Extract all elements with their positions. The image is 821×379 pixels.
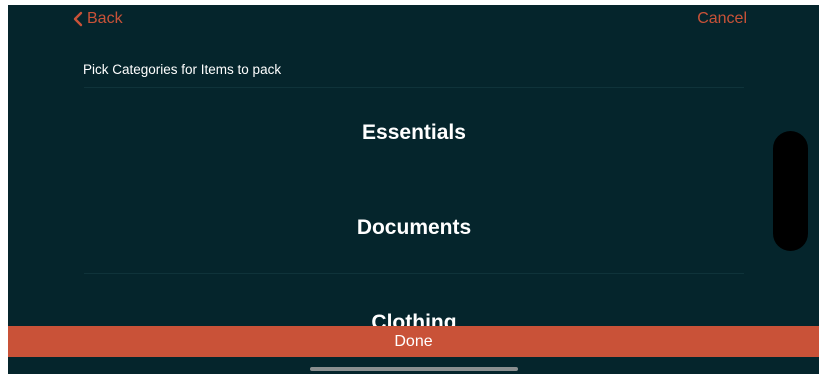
- app-screen: Back Cancel Pick Categories for Items to…: [8, 5, 819, 374]
- picker-divider: [84, 273, 744, 274]
- back-label: Back: [87, 10, 123, 27]
- category-picker[interactable]: Essentials Documents Clothing: [84, 87, 744, 334]
- back-button[interactable]: Back: [72, 9, 123, 29]
- scroll-handle[interactable]: [773, 131, 808, 251]
- chevron-left-icon: [72, 11, 84, 27]
- cancel-button[interactable]: Cancel: [697, 9, 747, 29]
- done-button[interactable]: Done: [8, 326, 819, 357]
- home-indicator: [310, 367, 518, 371]
- page-subtitle: Pick Categories for Items to pack: [83, 62, 282, 77]
- picker-item-documents[interactable]: Documents: [84, 216, 744, 240]
- picker-item-essentials[interactable]: Essentials: [84, 121, 744, 145]
